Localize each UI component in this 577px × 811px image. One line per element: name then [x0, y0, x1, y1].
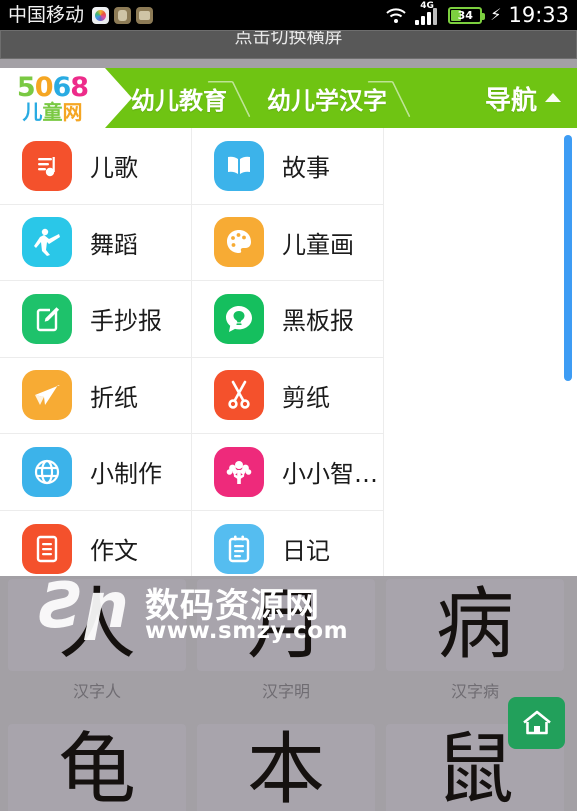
logo-digit: 0: [34, 71, 54, 103]
scissors-icon: [214, 370, 264, 421]
menu-item-xiaozhizuo[interactable]: 小制作: [0, 434, 192, 511]
menu-item-ertonghua[interactable]: 儿童画: [192, 204, 384, 281]
thumbnail-caption: 汉字人: [72, 682, 121, 701]
battery-icon: 34: [448, 6, 486, 24]
menu-item-jianzhi[interactable]: 剪纸: [192, 357, 384, 434]
navigation-dropdown-panel: 儿歌 故事 舞蹈 儿童画 手抄报 黑板报 折纸 剪纸 小制作 小小智… 作文 日…: [0, 128, 577, 576]
android-status-bar: 中国移动 4G 34 ⚡ 19:33: [0, 0, 577, 30]
music-note-icon: [22, 140, 72, 191]
menu-item-label: 手抄报: [90, 307, 162, 336]
home-icon: [522, 710, 551, 735]
logo-subtitle: 儿童网: [22, 99, 83, 124]
nav-item-label: 幼儿教育: [131, 86, 227, 115]
status-app-icons: [92, 6, 154, 24]
thumbnail-glyph: 本: [246, 725, 325, 811]
rotate-hint-label: 点击切换横屏: [234, 30, 343, 48]
nav-item-youer-xue-hanzi[interactable]: 幼儿学汉字: [241, 68, 401, 128]
chalkboard-icon: [214, 293, 264, 344]
contact-icon: [114, 6, 132, 24]
paper-crane-icon: [22, 370, 72, 421]
tree-icon: [214, 446, 264, 497]
logo-digits: 5068: [16, 71, 89, 103]
thumbnail-caption: 汉字明: [261, 682, 310, 701]
logo-digit: 8: [70, 71, 89, 103]
thumbnail-item[interactable]: 本: [197, 724, 375, 811]
logo-subtitle-char: 儿: [22, 99, 43, 124]
thumbnail-image: 病: [386, 579, 564, 671]
menu-item-label: 儿歌: [90, 154, 138, 183]
watermark: Ƨր 数码资源网 www.smzy.com: [40, 569, 348, 650]
menu-item-label: 日记: [282, 537, 330, 566]
menu-item-label: 小小智…: [282, 460, 378, 489]
thumbnail-item[interactable]: 龟: [8, 724, 186, 811]
menu-item-label: 故事: [282, 154, 330, 183]
watermark-url: www.smzy.com: [145, 618, 349, 644]
battery-level-label: 34: [457, 8, 473, 22]
pencil-edit-icon: [22, 293, 72, 344]
menu-item-label: 作文: [90, 537, 138, 566]
menu-item-riji[interactable]: 日记: [192, 510, 384, 576]
thumbnail-row: 龟 本 鼠: [0, 724, 577, 811]
menu-row: 小制作 小小智…: [0, 434, 384, 511]
menu-item-gushi[interactable]: 故事: [192, 128, 384, 205]
menu-item-ergo[interactable]: 儿歌: [0, 128, 192, 205]
menu-row: 手抄报 黑板报: [0, 281, 384, 358]
menu-item-heibanbao[interactable]: 黑板报: [192, 281, 384, 358]
menu-item-label: 小制作: [90, 460, 162, 489]
carrier-label: 中国移动: [8, 3, 85, 26]
document-icon: [22, 523, 72, 574]
menu-item-zuowen[interactable]: 作文: [0, 510, 192, 576]
dancer-icon: [22, 217, 72, 268]
logo-digit: 6: [52, 71, 72, 103]
clock-label: 19:33: [508, 2, 569, 27]
thumbnail-glyph: 病: [435, 580, 514, 670]
menu-item-wudao[interactable]: 舞蹈: [0, 204, 192, 281]
menu-item-xiaoxiaozhi[interactable]: 小小智…: [192, 434, 384, 511]
menu-row: 作文 日记: [0, 510, 384, 576]
logo-subtitle-char: 网: [62, 99, 83, 124]
site-logo[interactable]: 5068 儿童网: [0, 68, 132, 128]
site-navigation-bar: 5068 儿童网 幼儿教育 幼儿学汉字 导航: [0, 68, 577, 128]
thumbnail-glyph: 鼠: [435, 725, 514, 811]
network-type-label: 4G: [420, 1, 434, 11]
signal-bars-icon: 4G: [415, 1, 441, 25]
notepad-icon: [214, 523, 264, 574]
wifi-icon: [384, 6, 408, 24]
nav-toggle-label: 导航: [484, 85, 537, 116]
nav-item-label: 幼儿学汉字: [267, 86, 387, 115]
open-book-icon: [214, 140, 264, 191]
thumbnail-image: 本: [197, 724, 375, 811]
watermark-logo: Ƨր: [40, 569, 129, 642]
status-right-icons: 4G 34 ⚡ 19:33: [384, 1, 569, 27]
thumbnail-item[interactable]: 病 汉字病: [386, 579, 564, 702]
chevron-up-icon: [545, 92, 561, 102]
menu-row: 儿歌 故事: [0, 128, 384, 205]
thumbnail-glyph: 龟: [57, 725, 136, 811]
photos-icon: [92, 6, 110, 24]
menu-item-zhezhi[interactable]: 折纸: [0, 357, 192, 434]
nav-toggle-button[interactable]: 导航: [485, 80, 577, 117]
menu-row: 折纸 剪纸: [0, 357, 384, 434]
globe-icon: [22, 446, 72, 497]
menu-item-label: 黑板报: [282, 307, 354, 336]
menu-item-label: 儿童画: [282, 230, 354, 259]
gallery-icon: [136, 6, 154, 24]
menu-row: 舞蹈 儿童画: [0, 204, 384, 281]
menu-item-label: 折纸: [90, 383, 138, 412]
menu-grid: 儿歌 故事 舞蹈 儿童画 手抄报 黑板报 折纸 剪纸 小制作 小小智… 作文 日…: [0, 128, 384, 576]
menu-item-shouchaobao[interactable]: 手抄报: [0, 281, 192, 358]
menu-item-label: 舞蹈: [90, 230, 138, 259]
vertical-scrollbar[interactable]: [564, 135, 572, 381]
palette-icon: [214, 217, 264, 268]
thumbnail-image: 龟: [8, 724, 186, 811]
phone-screen: 人 汉字人 月 汉字明 病 汉字病 龟 本 鼠 Ƨր 数码资源网 www.smz…: [0, 0, 577, 811]
logo-digit: 5: [16, 71, 36, 103]
rotate-hint-toast[interactable]: 点击切换横屏: [0, 30, 577, 59]
logo-subtitle-char: 童: [42, 99, 63, 124]
nav-item-youer-jiaoyu[interactable]: 幼儿教育: [105, 68, 241, 128]
home-button[interactable]: [508, 697, 565, 749]
menu-item-label: 剪纸: [282, 383, 330, 412]
charging-bolt-icon: ⚡: [490, 5, 502, 24]
